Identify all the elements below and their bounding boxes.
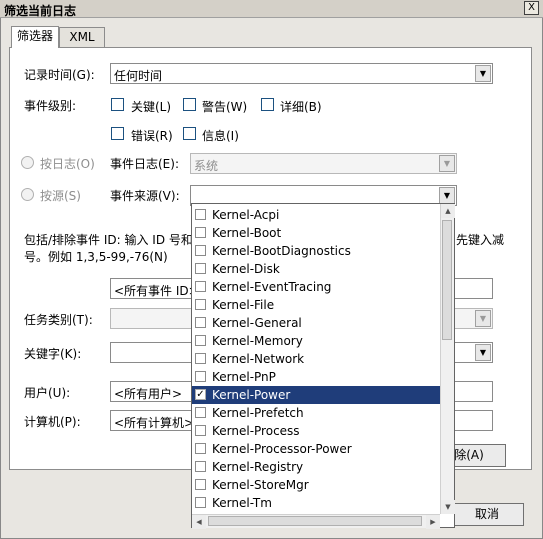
list-item[interactable]: Kernel-Tm (192, 494, 440, 512)
tab-filter[interactable]: 筛选器 (11, 26, 59, 48)
chevron-down-icon[interactable]: ▼ (439, 155, 455, 172)
list-item[interactable]: Kernel-EventTracing (192, 278, 440, 296)
list-item[interactable]: ✓ Kernel-Power (192, 386, 440, 404)
list-item-label: Kernel-BootDiagnostics (212, 244, 351, 258)
list-item[interactable]: Kernel-Registry (192, 458, 440, 476)
chevron-down-icon[interactable]: ▼ (475, 344, 491, 361)
list-item-label: Kernel-Acpi (212, 208, 280, 222)
list-item-label: Kernel-Network (212, 352, 305, 366)
event-sources-label: 事件来源(V): (110, 189, 180, 203)
list-item[interactable]: Kernel-PnP (192, 368, 440, 386)
list-item[interactable]: Kernel-General (192, 314, 440, 332)
logged-combo[interactable]: 任何时间 ▼ (110, 63, 493, 84)
info-label: 信息(I) (202, 129, 239, 143)
critical-checkbox[interactable] (111, 98, 124, 111)
checkbox[interactable] (195, 353, 206, 364)
checkbox[interactable] (195, 263, 206, 274)
list-item[interactable]: Kernel-BootDiagnostics (192, 242, 440, 260)
event-id-description: 包括/排除事件 ID: 输入 ID 号和 (24, 233, 193, 247)
warning-label: 警告(W) (202, 100, 248, 114)
scroll-left-icon[interactable]: ◀ (192, 515, 206, 529)
event-logs-value: 系统 (194, 159, 219, 173)
list-item[interactable]: Kernel-StoreMgr (192, 476, 440, 494)
checkbox[interactable] (195, 371, 206, 382)
verbose-checkbox[interactable] (261, 98, 274, 111)
task-category-label: 任务类别(T): (24, 313, 93, 327)
event-logs-label: 事件日志(E): (110, 157, 179, 171)
list-item-label: Kernel-Process (212, 424, 300, 438)
scroll-up-icon[interactable]: ▲ (441, 204, 455, 218)
logged-label: 记录时间(G): (24, 68, 95, 82)
chevron-down-icon[interactable]: ▼ (439, 187, 455, 204)
checkbox[interactable] (195, 497, 206, 508)
list-item[interactable]: Kernel-File (192, 296, 440, 314)
list-item[interactable]: Kernel-Process (192, 422, 440, 440)
list-item-label: Kernel-Registry (212, 460, 304, 474)
event-level-label: 事件级别: (24, 99, 77, 113)
list-item[interactable]: Kernel-Boot (192, 224, 440, 242)
list-item-label: Kernel-Power (212, 388, 291, 402)
keywords-label: 关键字(K): (24, 347, 82, 361)
logged-value: 任何时间 (114, 69, 163, 83)
checkbox[interactable] (195, 461, 206, 472)
list-item-label: Kernel-General (212, 316, 302, 330)
error-label: 错误(R) (131, 129, 173, 143)
event-logs-combo[interactable]: 系统 ▼ (190, 153, 457, 174)
vertical-scroll-thumb[interactable] (442, 220, 452, 340)
event-sources-dropdown: Kernel-Acpi Kernel-Boot Kernel-BootDiagnos… (191, 203, 455, 529)
list-item[interactable]: Kernel-Processor-Power (192, 440, 440, 458)
chevron-down-icon[interactable]: ▼ (475, 310, 491, 327)
list-item[interactable]: Kernel-Prefetch (192, 404, 440, 422)
checkbox[interactable] (195, 425, 206, 436)
list-item[interactable]: Kernel-Disk (192, 260, 440, 278)
user-label: 用户(U): (24, 386, 71, 400)
list-item-label: Kernel-EventTracing (212, 280, 332, 294)
error-checkbox[interactable] (111, 127, 124, 140)
list-item[interactable]: Kernel-Acpi (192, 206, 440, 224)
info-checkbox[interactable] (183, 127, 196, 140)
event-sources-list: Kernel-Acpi Kernel-Boot Kernel-BootDiagnos… (192, 204, 440, 514)
by-source-radio[interactable] (21, 188, 34, 201)
checkbox[interactable] (195, 227, 206, 238)
window-title: 筛选当前日志 (4, 4, 77, 18)
list-item-label: Kernel-Memory (212, 334, 303, 348)
horizontal-scroll-thumb[interactable] (208, 516, 422, 526)
by-source-label: 按源(S) (40, 189, 81, 203)
by-log-radio[interactable] (21, 156, 34, 169)
checkbox[interactable] (195, 299, 206, 310)
checkbox[interactable] (195, 443, 206, 454)
scroll-down-icon[interactable]: ▼ (441, 500, 455, 514)
warning-checkbox[interactable] (183, 98, 196, 111)
checkbox[interactable] (195, 209, 206, 220)
list-item-label: Kernel-Disk (212, 262, 280, 276)
checkbox[interactable] (195, 407, 206, 418)
critical-label: 关键(L) (131, 100, 172, 114)
event-id-example: 号。例如 1,3,5-99,-76(N) (24, 250, 168, 264)
checkbox[interactable] (195, 335, 206, 346)
checkbox[interactable] (195, 245, 206, 256)
list-item-label: Kernel-Processor-Power (212, 442, 352, 456)
event-id-description-tail: 先键入减 (456, 233, 505, 247)
list-item-label: Kernel-File (212, 298, 275, 312)
close-button[interactable]: X (524, 1, 539, 15)
list-item[interactable]: Kernel-Network (192, 350, 440, 368)
list-item-label: Kernel-Boot (212, 226, 282, 240)
list-item[interactable]: Kernel-Memory (192, 332, 440, 350)
title-bar: 筛选当前日志 X (0, 0, 543, 18)
list-item-label: Kernel-StoreMgr (212, 478, 309, 492)
cancel-button[interactable]: 取消 (450, 503, 524, 526)
checkbox[interactable] (195, 281, 206, 292)
checkbox[interactable] (195, 479, 206, 490)
list-item-label: Kernel-Tm (212, 496, 272, 510)
tab-xml[interactable]: XML (59, 27, 105, 48)
by-log-label: 按日志(O) (40, 157, 95, 171)
checkbox[interactable] (195, 317, 206, 328)
list-item-label: Kernel-Prefetch (212, 406, 304, 420)
verbose-label: 详细(B) (280, 100, 322, 114)
scroll-right-icon[interactable]: ▶ (426, 515, 440, 529)
chevron-down-icon[interactable]: ▼ (475, 65, 491, 82)
list-item-label: Kernel-PnP (212, 370, 276, 384)
checked-checkbox[interactable]: ✓ (195, 389, 206, 400)
computer-label: 计算机(P): (24, 415, 81, 429)
